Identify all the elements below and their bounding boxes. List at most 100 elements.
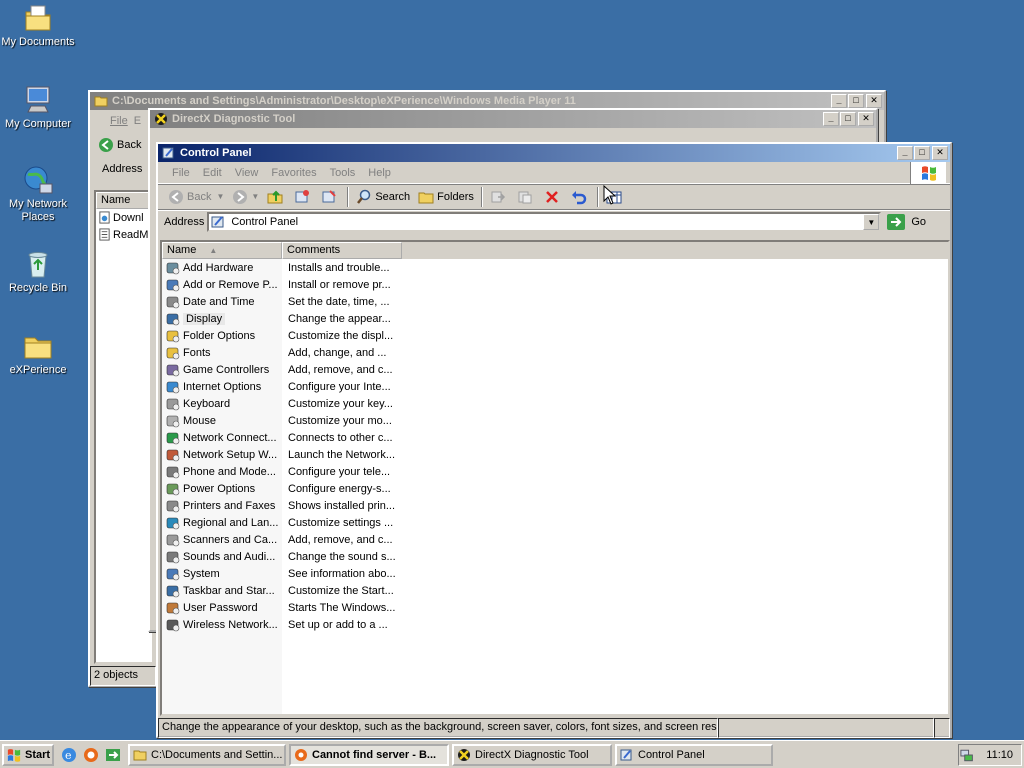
list-item[interactable]: Downl [96,209,152,226]
desktop-icon-my-computer[interactable]: My Computer [0,84,76,131]
list-item[interactable]: ReadM [96,226,152,243]
chevron-down-icon[interactable]: ▼ [251,192,259,201]
resize-grip[interactable] [934,718,950,738]
menubar: File Edit View Favorites Tools Help [158,161,950,184]
cp-item-game-controllers[interactable]: Game Controllers Add, remove, and c... [162,361,948,378]
minimize-button[interactable]: _ [897,146,913,160]
taskbar-item-dxdiag[interactable]: DirectX Diagnostic Tool [452,743,612,766]
fonts-folder-icon [166,347,180,359]
taskbar-item-explorer[interactable]: C:\Documents and Settin... [128,743,286,766]
item-comment: Shows installed prin... [288,499,395,512]
my-documents-icon [25,5,51,31]
cp-item-display[interactable]: Display Change the appear... [162,310,948,327]
desktop-icon-my-documents[interactable]: My Documents [0,2,76,49]
delete-button[interactable] [540,186,567,208]
status-text: Change the appearance of your desktop, s… [158,718,718,738]
cp-item-keyboard[interactable]: Keyboard Customize your key... [162,395,948,412]
cp-item-taskbar-and-star[interactable]: Taskbar and Star... Customize the Start..… [162,582,948,599]
cp-item-sounds-and-audi[interactable]: Sounds and Audi... Change the sound s... [162,548,948,565]
cp-item-power-options[interactable]: Power Options Configure energy-s... [162,480,948,497]
cp-item-add-hardware[interactable]: Add Hardware Installs and trouble... [162,259,948,276]
menu-edit[interactable]: E [134,115,141,127]
explorer-back-statusbar: 2 objects [90,666,156,686]
close-button[interactable]: ✕ [858,112,874,126]
back-button[interactable]: Back [117,139,141,151]
switch-category-button[interactable] [290,186,317,208]
classic-view-button[interactable] [317,186,344,208]
up-folder-button[interactable] [263,186,290,208]
cp-item-mouse[interactable]: Mouse Customize your mo... [162,412,948,429]
address-field[interactable]: Control Panel ▼ [207,212,882,232]
cp-item-printers-and-faxes[interactable]: Printers and Faxes Shows installed prin..… [162,497,948,514]
taskbar-item-browser[interactable]: Cannot find server - B... [289,743,449,766]
control-panel-window[interactable]: Control Panel _ □ ✕ File Edit View Favor… [156,142,952,738]
item-comment: Add, change, and ... [288,346,387,359]
item-comment: Launch the Network... [288,448,396,461]
undo-button[interactable] [567,186,594,208]
menu-file[interactable]: File [166,167,197,179]
menu-edit[interactable]: Edit [197,167,229,179]
column-header-name[interactable]: Name ▲ [162,242,282,259]
address-label: Address [102,163,143,175]
desktop-icon-label: Recycle Bin [8,282,68,294]
firefox-icon[interactable] [82,746,100,764]
firefox-icon [295,748,307,761]
column-header-comments[interactable]: Comments [282,242,402,259]
cp-item-network-connect[interactable]: Network Connect... Connects to other c... [162,429,948,446]
cp-item-date-and-time[interactable]: Date and Time Set the date, time, ... [162,293,948,310]
move-to-button[interactable] [486,186,513,208]
minimize-button[interactable]: _ [823,112,839,126]
maximize-button[interactable]: □ [914,146,930,160]
maximize-button[interactable]: □ [840,112,856,126]
copy-to-button[interactable] [513,186,540,208]
close-button[interactable]: ✕ [866,94,882,108]
clock[interactable]: 11:10 [986,749,1013,761]
taskbar: Start e C:\Documents and Settin... Canno… [0,740,1024,768]
menu-file[interactable]: File [98,115,134,127]
desktop-icon-recycle-bin[interactable]: Recycle Bin [0,248,76,295]
cp-item-wireless-network[interactable]: Wireless Network... Set up or add to a ..… [162,616,948,633]
network-globe-icon [166,432,180,444]
column-name[interactable]: Name [96,192,152,209]
folder-icon [94,96,108,107]
menu-favorites[interactable]: Favorites [265,167,323,179]
desktop-icon-my-network-places[interactable]: My Network Places [0,164,76,224]
start-button[interactable]: Start [2,743,54,766]
cp-item-folder-options[interactable]: Folder Options Customize the displ... [162,327,948,344]
address-dropdown-button[interactable]: ▼ [863,214,880,230]
cp-item-regional-and-lan[interactable]: Regional and Lan... Customize settings ..… [162,514,948,531]
cp-item-system[interactable]: System See information abo... [162,565,948,582]
cp-item-internet-options[interactable]: Internet Options Configure your Inte... [162,378,948,395]
chevron-down-icon[interactable]: ▼ [216,192,224,201]
folders-button[interactable]: Folders [414,186,478,208]
item-name-cell: Folder Options [162,329,282,343]
forward-button[interactable]: ▼ [228,186,263,208]
taskbar-item-control-panel[interactable]: Control Panel [615,743,773,766]
minimize-button[interactable]: _ [831,94,847,108]
cp-item-phone-and-mode[interactable]: Phone and Mode... Configure your tele... [162,463,948,480]
back-button[interactable]: Back ▼ [164,186,228,208]
cp-item-fonts[interactable]: Fonts Add, change, and ... [162,344,948,361]
control-panel-titlebar[interactable]: Control Panel _ □ ✕ [158,144,950,162]
dxdiag-titlebar[interactable]: DirectX Diagnostic Tool _ □ ✕ [150,110,876,128]
menu-tools[interactable]: Tools [324,167,363,179]
go-button[interactable]: Go [883,211,930,233]
search-button[interactable]: Search [352,186,414,208]
cp-item-add-or-remove-p[interactable]: Add or Remove P... Install or remove pr..… [162,276,948,293]
close-button[interactable]: ✕ [932,146,948,160]
windows-logo [910,161,946,184]
cp-item-scanners-and-ca[interactable]: Scanners and Ca... Add, remove, and c... [162,531,948,548]
menu-view[interactable]: View [229,167,266,179]
cp-item-network-setup-w[interactable]: Network Setup W... Launch the Network... [162,446,948,463]
item-name-cell: Power Options [162,482,282,496]
item-comment: Starts The Windows... [288,601,396,614]
desktop-icon-experience[interactable]: eXPerience [0,330,76,377]
cp-item-user-password[interactable]: User Password Starts The Windows... [162,599,948,616]
menu-help[interactable]: Help [362,167,398,179]
show-desktop-icon[interactable] [104,746,122,764]
explorer-back-list[interactable]: Name Downl ReadM [94,190,154,664]
network-tray-icon[interactable] [959,747,974,763]
control-panel-list[interactable]: Name ▲ Comments Add Hardware Installs and… [160,240,950,716]
maximize-button[interactable]: □ [848,94,864,108]
internet-explorer-icon[interactable]: e [60,746,78,764]
